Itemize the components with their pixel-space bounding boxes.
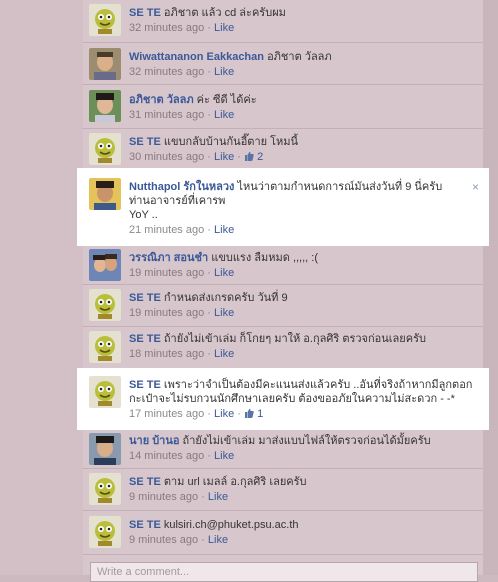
comment-item: Wiwattananon Eakkachan อภิชาต วัลลภ 32 m… <box>83 42 483 85</box>
comment-item-highlighted: SE TE เพราะว่าจำเป็นต้องมีคะแนนส่งแล้วคร… <box>83 374 483 424</box>
like-button[interactable]: Like <box>214 66 234 78</box>
comment-time[interactable]: 31 minutes ago <box>129 109 204 121</box>
like-count-value: 1 <box>257 408 264 420</box>
comment-author[interactable]: วรรณิภา สอนชำ <box>129 252 208 264</box>
like-button[interactable]: Like <box>214 408 234 420</box>
comment-text: แขบกลับบ้านกันอี๊ตาย โหมนี้ <box>163 136 299 148</box>
like-button[interactable]: Like <box>214 348 234 360</box>
comment-author[interactable]: SE TE <box>129 519 161 531</box>
comment-author[interactable]: SE TE <box>129 333 161 345</box>
comment-text: แขบแรง ลืมหมด ,,,,, :( <box>211 252 319 264</box>
comment-text-line2: YoY .. <box>129 209 158 221</box>
comment-author[interactable]: Wiwattananon Eakkachan <box>129 51 264 63</box>
user-avatar[interactable] <box>89 433 121 465</box>
like-button[interactable]: Like <box>214 151 234 163</box>
comment-item: อภิชาต วัลลภ ค่ะ ซีดี ได้ค่ะ 31 minutes … <box>83 84 483 129</box>
separator: · <box>207 224 211 236</box>
separator: · <box>207 109 211 121</box>
like-button[interactable]: Like <box>208 534 228 546</box>
comment-author[interactable]: SE TE <box>129 7 161 19</box>
comment-author[interactable]: SE TE <box>129 292 161 304</box>
separator: · <box>207 66 211 78</box>
comment-time[interactable]: 21 minutes ago <box>129 224 204 236</box>
separator: · <box>207 307 211 319</box>
comment-time[interactable]: 9 minutes ago <box>129 491 198 503</box>
comment-text: กำหนดส่งเกรดครับ วันที่ 9 <box>163 292 288 304</box>
comment-item: SE TE ตาม url เมลล์ อ.กุลศิริ เลยครับ 9 … <box>83 468 483 511</box>
mascot-avatar[interactable] <box>89 473 121 505</box>
comment-item: SE TE อภิชาต แล้ว cd ล่ะครับผม 32 minute… <box>83 0 483 43</box>
separator: · <box>207 22 211 34</box>
mascot-avatar[interactable] <box>89 4 121 36</box>
comment-author[interactable]: SE TE <box>129 379 161 391</box>
user-avatar[interactable] <box>89 48 121 80</box>
comment-time[interactable]: 32 minutes ago <box>129 22 204 34</box>
comment-text: เพราะว่าจำเป็นต้องมีคะแนนส่งแล้วครับ ..อ… <box>129 379 473 405</box>
mascot-avatar[interactable] <box>89 376 121 408</box>
comment-item: SE TE แขบกลับบ้านกันอี๊ตาย โหมนี้ 30 min… <box>83 128 483 171</box>
comment-text: อภิชาต วัลลภ <box>267 51 332 63</box>
comment-text: อภิชาต แล้ว cd ล่ะครับผม <box>163 7 286 19</box>
thumbs-up-icon <box>245 408 254 418</box>
separator: · <box>237 151 241 163</box>
comment-item: SE TE กำหนดส่งเกรดครับ วันที่ 9 19 minut… <box>83 284 483 327</box>
separator: · <box>237 408 241 420</box>
mascot-avatar[interactable] <box>89 289 121 321</box>
comment-text: ค่ะ ซีดี ได้ค่ะ <box>196 94 257 106</box>
comment-author[interactable]: อภิชาต วัลลภ <box>129 94 194 106</box>
comment-item: นาย บ้านอ ถ้ายังไม่เข้าเล่ม มาส่งแบบไฟล์… <box>83 430 483 469</box>
comment-author[interactable]: Nutthapol รักในหลวง <box>129 181 234 193</box>
mascot-avatar[interactable] <box>89 331 121 363</box>
comment-author[interactable]: SE TE <box>129 476 161 488</box>
comment-time[interactable]: 19 minutes ago <box>129 267 204 279</box>
like-count-value: 2 <box>257 151 264 163</box>
comment-author[interactable]: นาย บ้านอ <box>129 435 179 447</box>
comment-text: ตาม url เมลล์ อ.กุลศิริ เลยครับ <box>163 476 307 488</box>
like-button[interactable]: Like <box>214 22 234 34</box>
left-gutter <box>0 0 83 575</box>
comment-time[interactable]: 18 minutes ago <box>129 348 204 360</box>
separator: · <box>207 450 211 462</box>
user-avatar[interactable] <box>89 90 121 122</box>
comment-text: kulsiri.ch@phuket.psu.ac.th <box>163 519 299 531</box>
separator: · <box>201 491 205 503</box>
like-button[interactable]: Like <box>214 307 234 319</box>
separator: · <box>207 151 211 163</box>
comment-time[interactable]: 14 minutes ago <box>129 450 204 462</box>
comment-text: ถ้ายังไม่เข้าเล่ม มาส่งแบบไฟล์ให้ตรวจก่อ… <box>182 435 431 447</box>
separator: · <box>207 408 211 420</box>
separator: · <box>207 267 211 279</box>
comment-time[interactable]: 32 minutes ago <box>129 66 204 78</box>
user-avatar[interactable] <box>89 178 121 210</box>
thumbs-up-icon <box>245 151 254 161</box>
comment-time[interactable]: 30 minutes ago <box>129 151 204 163</box>
user-avatar[interactable] <box>89 249 121 281</box>
close-icon[interactable]: × <box>472 180 479 194</box>
like-count[interactable]: 2 <box>244 151 263 163</box>
mascot-avatar[interactable] <box>89 516 121 548</box>
comment-item: SE TE ถ้ายังไม่เข้าเล่ม ก็โกยๆ มาให้ อ.ก… <box>83 326 483 369</box>
comment-text: ถ้ายังไม่เข้าเล่ม ก็โกยๆ มาให้ อ.กุลศิริ… <box>163 333 426 345</box>
like-button[interactable]: Like <box>214 267 234 279</box>
comment-time[interactable]: 9 minutes ago <box>129 534 198 546</box>
comment-author[interactable]: SE TE <box>129 136 161 148</box>
mascot-avatar[interactable] <box>89 133 121 165</box>
like-count[interactable]: 1 <box>244 408 263 420</box>
like-button[interactable]: Like <box>214 224 234 236</box>
comment-time[interactable]: 19 minutes ago <box>129 307 204 319</box>
comment-feed: SE TE อภิชาต แล้ว cd ล่ะครับผม 32 minute… <box>83 0 483 575</box>
like-button[interactable]: Like <box>214 109 234 121</box>
author-name: Nutthapol รักในหลวง <box>129 181 235 193</box>
like-button[interactable]: Like <box>214 450 234 462</box>
comment-item: วรรณิภา สอนชำ แขบแรง ลืมหมด ,,,,, :( 19 … <box>83 246 483 285</box>
right-gutter <box>483 0 498 575</box>
write-comment-input[interactable]: Write a comment... <box>90 562 478 582</box>
like-button[interactable]: Like <box>208 491 228 503</box>
comment-item: SE TE kulsiri.ch@phuket.psu.ac.th 9 minu… <box>83 510 483 555</box>
comment-time[interactable]: 17 minutes ago <box>129 408 204 420</box>
comment-item-highlighted: Nutthapol รักในหลวง ไหนว่าตามกำหนดการณ์ม… <box>83 174 483 240</box>
separator: · <box>207 348 211 360</box>
separator: · <box>201 534 205 546</box>
